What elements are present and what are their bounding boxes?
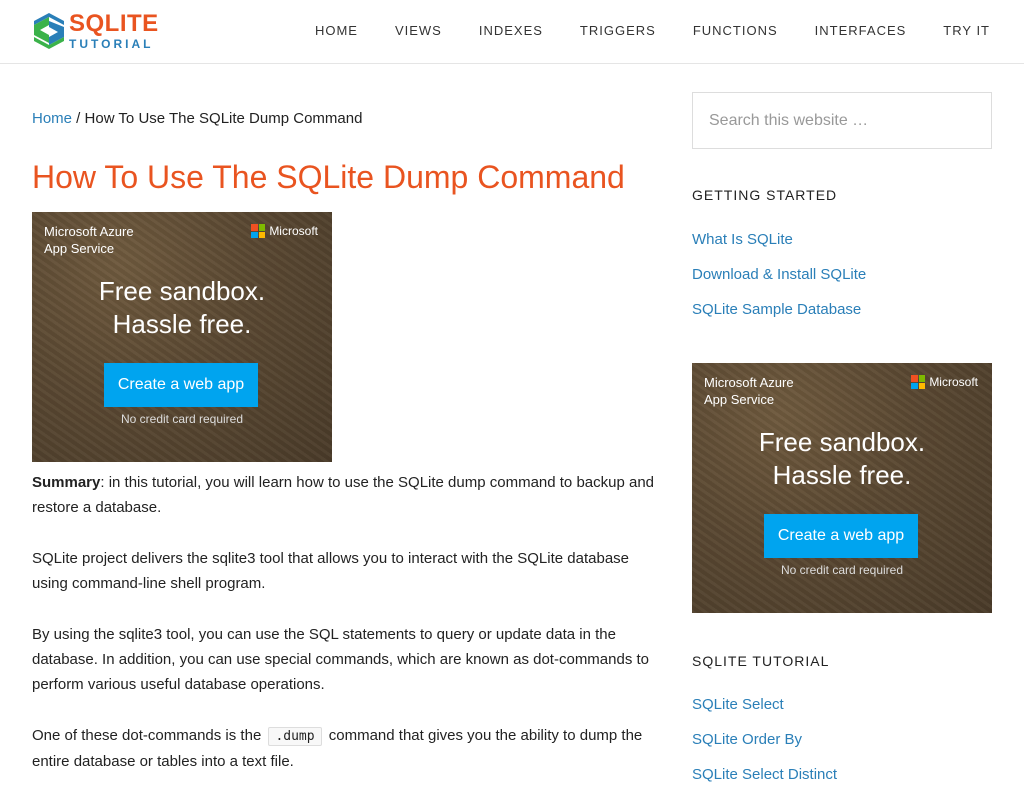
ad-create-web-app-button[interactable]: Create a web app	[104, 363, 258, 407]
list-item: SQLite Select	[692, 696, 837, 731]
nav-triggers[interactable]: TRIGGERS	[580, 23, 656, 38]
ad-brand-line1: Microsoft Azure	[44, 224, 134, 239]
ad-headline-line2: Hassle free.	[772, 460, 912, 490]
ad-headline: Free sandbox. Hassle free.	[32, 275, 332, 341]
widget-title-getting-started: GETTING STARTED	[692, 187, 838, 203]
ad-headline-line1: Free sandbox.	[98, 276, 266, 306]
ad-microsoft-logo: Microsoft	[911, 375, 978, 389]
ad-note: No credit card required	[120, 412, 244, 426]
link-sqlite-select[interactable]: SQLite Select	[692, 696, 784, 713]
site-header: SQLITE TUTORIAL HOME VIEWS INDEXES TRIGG…	[0, 0, 1024, 64]
sqlite-tutorial-list: SQLite Select SQLite Order By SQLite Sel…	[692, 696, 837, 800]
sqlite-logo-icon	[34, 13, 64, 49]
list-item: Download & Install SQLite	[692, 266, 866, 301]
ad-headline-line2: Hassle free.	[112, 309, 252, 339]
ad-microsoft-logo: Microsoft	[251, 224, 318, 238]
breadcrumb-current: How To Use The SQLite Dump Command	[84, 110, 363, 127]
summary-label: Summary	[32, 474, 101, 491]
ad-brand-line2: App Service	[44, 241, 115, 256]
dump-code: .dump	[268, 727, 322, 746]
microsoft-logo-icon	[251, 224, 266, 238]
link-sqlite-order-by[interactable]: SQLite Order By	[692, 731, 802, 748]
ad-banner-sidebar[interactable]: Microsoft Azure App Service Microsoft Fr…	[692, 363, 992, 613]
ad-ms-label: Microsoft	[929, 375, 978, 389]
dump-text-before: One of these dot-commands is the	[32, 727, 266, 744]
nav-indexes[interactable]: INDEXES	[479, 23, 543, 38]
list-item: What Is SQLite	[692, 231, 866, 266]
article-body: Summary: in this tutorial, you will lear…	[32, 470, 657, 800]
nav-interfaces[interactable]: INTERFACES	[815, 23, 907, 38]
nav-functions[interactable]: FUNCTIONS	[693, 23, 778, 38]
list-item: SQLite Select Distinct	[692, 766, 837, 800]
list-item: SQLite Sample Database	[692, 301, 866, 336]
paragraph-dump: One of these dot-commands is the .dump c…	[32, 723, 657, 774]
ad-create-web-app-button[interactable]: Create a web app	[764, 514, 918, 558]
link-sample-database[interactable]: SQLite Sample Database	[692, 301, 861, 318]
ad-note: No credit card required	[780, 563, 904, 577]
list-item: SQLite Order By	[692, 731, 837, 766]
getting-started-list: What Is SQLite Download & Install SQLite…	[692, 231, 866, 336]
logo-wordmark: SQLITE TUTORIAL	[69, 10, 159, 51]
paragraph-dot-commands: By using the sqlite3 tool, you can use t…	[32, 626, 650, 693]
ad-banner-main[interactable]: Microsoft Azure App Service Microsoft Fr…	[32, 212, 332, 462]
logo-subtitle: TUTORIAL	[69, 37, 154, 51]
breadcrumb-home[interactable]: Home	[32, 110, 72, 127]
breadcrumb: Home / How To Use The SQLite Dump Comman…	[32, 110, 362, 127]
nav-try-it[interactable]: TRY IT	[943, 23, 990, 38]
breadcrumb-separator: /	[72, 110, 85, 127]
ad-ms-label: Microsoft	[269, 224, 318, 238]
main-nav: HOME VIEWS INDEXES TRIGGERS FUNCTIONS IN…	[278, 23, 990, 38]
ad-brand-line2: App Service	[704, 392, 775, 407]
widget-title-sqlite-tutorial: SQLITE TUTORIAL	[692, 653, 830, 669]
ad-brand-line1: Microsoft Azure	[704, 375, 794, 390]
ad-brand: Microsoft Azure App Service	[704, 374, 794, 408]
microsoft-logo-icon	[911, 375, 926, 389]
link-sqlite-select-distinct[interactable]: SQLite Select Distinct	[692, 766, 837, 783]
ad-headline-line1: Free sandbox.	[758, 427, 926, 457]
nav-home[interactable]: HOME	[315, 23, 358, 38]
link-what-is-sqlite[interactable]: What Is SQLite	[692, 231, 793, 248]
summary-text: : in this tutorial, you will learn how t…	[32, 474, 655, 516]
paragraph-sqlite3-tool: SQLite project delivers the sqlite3 tool…	[32, 550, 629, 592]
page-title: How To Use The SQLite Dump Command	[32, 159, 625, 195]
ad-brand: Microsoft Azure App Service	[44, 223, 134, 257]
paragraph-summary: Summary: in this tutorial, you will lear…	[32, 470, 657, 520]
ad-headline: Free sandbox. Hassle free.	[692, 426, 992, 492]
nav-views[interactable]: VIEWS	[395, 23, 442, 38]
site-logo[interactable]: SQLITE TUTORIAL	[31, 11, 159, 51]
link-download-install[interactable]: Download & Install SQLite	[692, 266, 866, 283]
search-input[interactable]	[692, 92, 992, 149]
logo-title: SQLITE	[69, 10, 159, 37]
